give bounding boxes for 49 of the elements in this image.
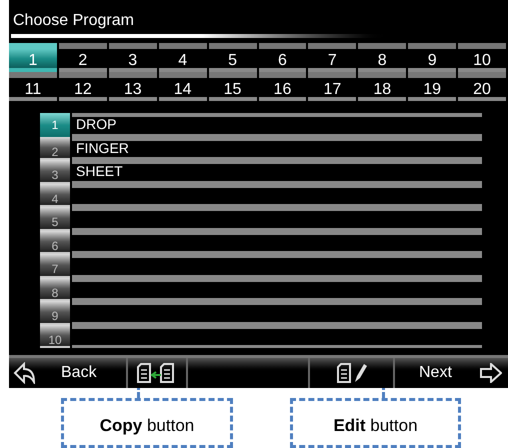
program-tab[interactable]: 10 — [458, 43, 506, 72]
program-name-field[interactable] — [72, 301, 482, 324]
program-tab[interactable]: 4 — [158, 43, 207, 72]
program-number[interactable]: 6 — [40, 230, 70, 254]
program-tab[interactable]: 17 — [308, 72, 356, 101]
program-tab[interactable]: 12 — [58, 72, 107, 101]
program-tab[interactable]: 7 — [308, 43, 356, 72]
program-tab[interactable]: 16 — [258, 72, 306, 101]
program-tab[interactable]: 14 — [158, 72, 207, 101]
program-tab[interactable]: 3 — [108, 43, 157, 72]
program-number[interactable]: 1 — [40, 113, 70, 136]
program-name-field[interactable]: SHEET — [72, 160, 482, 184]
program-name-field[interactable] — [72, 278, 482, 301]
program-number[interactable]: 8 — [40, 278, 70, 301]
program-number[interactable]: 3 — [40, 160, 70, 184]
program-tab[interactable]: 18 — [358, 72, 406, 101]
program-number[interactable]: 2 — [40, 136, 70, 160]
back-button[interactable]: Back — [9, 358, 128, 388]
program-tab[interactable]: 13 — [108, 72, 157, 101]
program-tab[interactable]: 2 — [58, 43, 107, 72]
program-number[interactable]: 7 — [40, 254, 70, 278]
program-name-field[interactable]: FINGER — [72, 136, 482, 160]
program-name-field[interactable] — [72, 324, 482, 348]
back-arrow-icon — [13, 362, 37, 384]
program-tab[interactable]: 19 — [408, 72, 456, 101]
program-tab[interactable]: 9 — [408, 43, 456, 72]
program-name-field[interactable] — [72, 230, 482, 254]
program-number[interactable]: 4 — [40, 184, 70, 207]
copy-button[interactable] — [128, 358, 188, 388]
edit-button[interactable] — [310, 358, 395, 388]
program-number[interactable]: 5 — [40, 207, 70, 230]
program-name-field[interactable] — [72, 184, 482, 207]
program-tab[interactable]: 15 — [208, 72, 256, 101]
callout-text: Edit button — [333, 415, 418, 437]
program-tab[interactable]: 1 — [9, 43, 57, 72]
program-name-field[interactable] — [72, 207, 482, 230]
program-tab[interactable]: 11 — [9, 72, 57, 101]
edit-document-icon — [336, 362, 368, 384]
program-tab[interactable]: 5 — [208, 43, 256, 72]
screen-title: Choose Program — [13, 12, 134, 29]
program-number[interactable]: 9 — [40, 301, 70, 324]
program-tab[interactable]: 6 — [258, 43, 306, 72]
program-number[interactable]: 10 — [40, 324, 70, 348]
program-name-field[interactable] — [72, 254, 482, 278]
program-tab[interactable]: 20 — [458, 72, 506, 101]
callout-text: Copy button — [100, 415, 194, 437]
program-tab[interactable]: 8 — [358, 43, 406, 72]
program-name-field[interactable]: DROP — [72, 113, 482, 136]
next-arrow-icon — [480, 363, 502, 383]
